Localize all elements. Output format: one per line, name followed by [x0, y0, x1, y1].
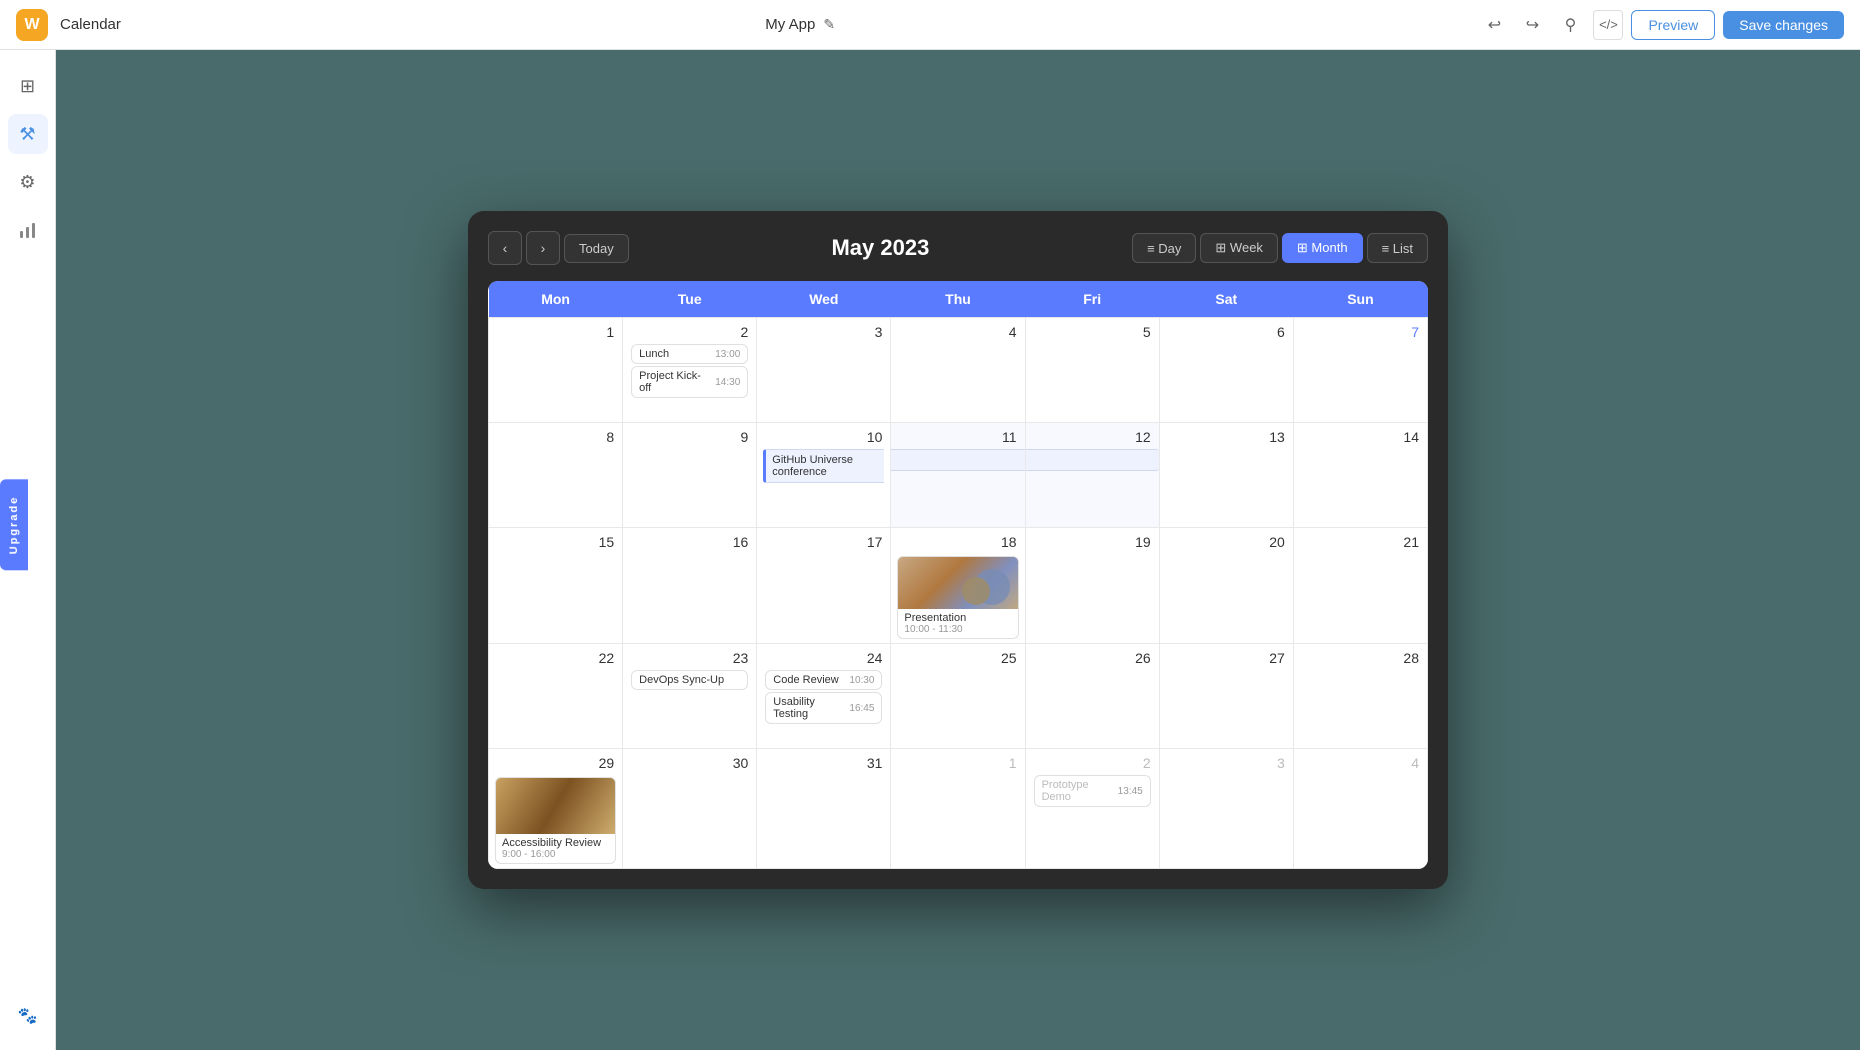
pin-button[interactable]: ⚲ [1555, 10, 1585, 40]
code-button[interactable]: </> [1593, 10, 1623, 40]
day-28[interactable]: 28 [1293, 644, 1427, 749]
topbar-center: My App ✎ [133, 16, 1468, 33]
day-24[interactable]: 24 Code Review10:30 Usability Testing16:… [757, 644, 891, 749]
save-button[interactable]: Save changes [1723, 11, 1844, 39]
sidebar-item-settings[interactable]: ⚙ [8, 162, 48, 202]
day-10[interactable]: 10 GitHub Universe conference [757, 423, 891, 528]
day-next-2[interactable]: 2 Prototype Demo13:45 [1025, 749, 1159, 869]
event-lunch[interactable]: Lunch13:00 [631, 344, 748, 364]
day-14[interactable]: 14 [1293, 423, 1427, 528]
day-1[interactable]: 1 [489, 318, 623, 423]
day-15[interactable]: 15 [489, 528, 623, 644]
upgrade-button[interactable]: Upgrade [0, 480, 28, 571]
main-layout: ⊞ ⚒ ⚙ 🐾 ‹ › Today May 2023 ≡ Day ⊞ Week … [0, 50, 1860, 1050]
header-fri: Fri [1025, 281, 1159, 318]
app-name: My App [765, 16, 815, 33]
day-3[interactable]: 3 [757, 318, 891, 423]
day-8[interactable]: 8 [489, 423, 623, 528]
day-5[interactable]: 5 [1025, 318, 1159, 423]
day-9[interactable]: 9 [623, 423, 757, 528]
preview-button[interactable]: Preview [1631, 10, 1715, 40]
event-prototype-demo[interactable]: Prototype Demo13:45 [1034, 775, 1151, 807]
app-title: Calendar [60, 16, 121, 33]
calendar-week-1: 1 2 Lunch13:00 Project Kick-off14:30 3 4 [489, 318, 1428, 423]
header-thu: Thu [891, 281, 1025, 318]
day-18[interactable]: 18 Presentation 10 [891, 528, 1025, 644]
sidebar-item-tools[interactable]: ⚒ [8, 114, 48, 154]
sidebar-item-dashboard[interactable]: ⊞ [8, 66, 48, 106]
calendar-week-2: 8 9 10 GitHub Universe conference 11 12 [489, 423, 1428, 528]
topbar-actions: ↩ ↪ ⚲ </> Preview Save changes [1479, 10, 1844, 40]
sidebar-item-analytics[interactable] [8, 210, 48, 250]
day-26[interactable]: 26 [1025, 644, 1159, 749]
event-code-review[interactable]: Code Review10:30 [765, 670, 882, 690]
day-13[interactable]: 13 [1159, 423, 1293, 528]
day-7[interactable]: 7 [1293, 318, 1427, 423]
day-11[interactable]: 11 [891, 423, 1025, 528]
header-sun: Sun [1293, 281, 1427, 318]
day-next-3[interactable]: 3 [1159, 749, 1293, 869]
edit-icon[interactable]: ✎ [823, 16, 835, 33]
view-list-button[interactable]: ≡ List [1367, 233, 1428, 263]
header-sat: Sat [1159, 281, 1293, 318]
event-accessibility-review[interactable]: Accessibility Review 9:00 - 16:00 [495, 777, 616, 864]
redo-button[interactable]: ↪ [1517, 10, 1547, 40]
calendar-widget: ‹ › Today May 2023 ≡ Day ⊞ Week ⊞ Month … [468, 211, 1448, 889]
day-4[interactable]: 4 [891, 318, 1025, 423]
footer-logo: 🐾 [18, 990, 38, 1034]
day-19[interactable]: 19 [1025, 528, 1159, 644]
today-button[interactable]: Today [564, 234, 629, 263]
calendar-table: Mon Tue Wed Thu Fri Sat Sun 1 2 [488, 281, 1428, 869]
event-github-universe[interactable]: GitHub Universe conference [763, 449, 884, 483]
header-mon: Mon [489, 281, 623, 318]
calendar-week-4: 22 23 DevOps Sync-Up 24 Code Review10:30 [489, 644, 1428, 749]
header-wed: Wed [757, 281, 891, 318]
event-presentation[interactable]: Presentation 10:00 - 11:30 [897, 556, 1018, 639]
calendar-week-3: 15 16 17 18 [489, 528, 1428, 644]
day-29[interactable]: 29 Accessibility Review 9:00 - 16:00 [489, 749, 623, 869]
header-tue: Tue [623, 281, 757, 318]
day-30[interactable]: 30 [623, 749, 757, 869]
topbar: W Calendar My App ✎ ↩ ↪ ⚲ </> Preview Sa… [0, 0, 1860, 50]
calendar-header: ‹ › Today May 2023 ≡ Day ⊞ Week ⊞ Month … [488, 231, 1428, 265]
content-area: ‹ › Today May 2023 ≡ Day ⊞ Week ⊞ Month … [56, 50, 1860, 1050]
day-6[interactable]: 6 [1159, 318, 1293, 423]
day-next-1[interactable]: 1 [891, 749, 1025, 869]
view-week-button[interactable]: ⊞ Week [1200, 233, 1278, 263]
day-25[interactable]: 25 [891, 644, 1025, 749]
view-controls: ≡ Day ⊞ Week ⊞ Month ≡ List [1132, 233, 1428, 263]
day-16[interactable]: 16 [623, 528, 757, 644]
view-day-button[interactable]: ≡ Day [1132, 233, 1196, 263]
day-12[interactable]: 12 [1025, 423, 1159, 528]
day-2[interactable]: 2 Lunch13:00 Project Kick-off14:30 [623, 318, 757, 423]
prev-month-button[interactable]: ‹ [488, 231, 522, 265]
undo-button[interactable]: ↩ [1479, 10, 1509, 40]
day-21[interactable]: 21 [1293, 528, 1427, 644]
day-next-4[interactable]: 4 [1293, 749, 1427, 869]
day-17[interactable]: 17 [757, 528, 891, 644]
nav-controls: ‹ › Today [488, 231, 629, 265]
day-22[interactable]: 22 [489, 644, 623, 749]
event-project-kickoff[interactable]: Project Kick-off14:30 [631, 366, 748, 398]
day-27[interactable]: 27 [1159, 644, 1293, 749]
event-devops-syncup[interactable]: DevOps Sync-Up [631, 670, 748, 690]
day-20[interactable]: 20 [1159, 528, 1293, 644]
app-logo: W [16, 9, 48, 41]
calendar-title: May 2023 [831, 235, 929, 261]
day-31[interactable]: 31 [757, 749, 891, 869]
event-usability-testing[interactable]: Usability Testing16:45 [765, 692, 882, 724]
next-month-button[interactable]: › [526, 231, 560, 265]
calendar-week-5: 29 Accessibility Review 9:00 - 16:00 [489, 749, 1428, 869]
day-23[interactable]: 23 DevOps Sync-Up [623, 644, 757, 749]
view-month-button[interactable]: ⊞ Month [1282, 233, 1363, 263]
